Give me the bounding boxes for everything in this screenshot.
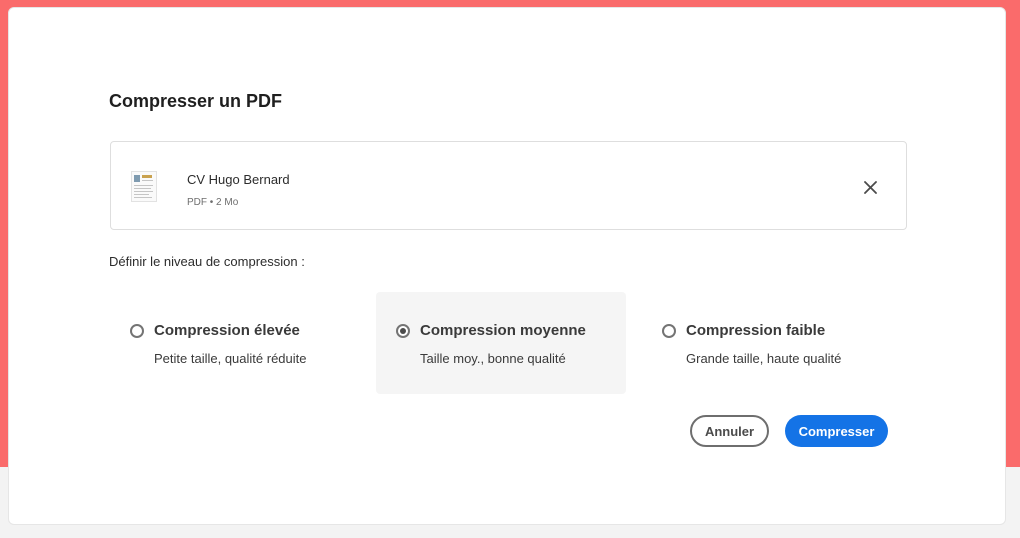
option-low-compression[interactable]: Compression faible Grande taille, haute …	[642, 292, 892, 394]
option-medium-compression[interactable]: Compression moyenne Taille moy., bonne q…	[376, 292, 626, 394]
remove-file-button[interactable]	[859, 176, 881, 198]
file-card: CV Hugo Bernard PDF • 2 Mo	[110, 141, 907, 230]
pdf-thumbnail-icon	[131, 171, 157, 202]
compress-pdf-dialog: Compresser un PDF CV Hugo Bernard PDF • …	[8, 7, 1006, 525]
radio-medium-compression[interactable]	[396, 324, 410, 338]
file-meta: PDF • 2 Mo	[187, 197, 239, 208]
cancel-button[interactable]: Annuler	[690, 415, 769, 447]
option-high-compression[interactable]: Compression élevée Petite taille, qualit…	[110, 292, 360, 394]
file-name: CV Hugo Bernard	[187, 172, 290, 187]
compress-button[interactable]: Compresser	[785, 415, 888, 447]
dialog-title: Compresser un PDF	[109, 91, 283, 111]
radio-low-compression[interactable]	[662, 324, 676, 338]
option-description: Grande taille, haute qualité	[686, 351, 842, 366]
radio-high-compression[interactable]	[130, 324, 144, 338]
close-icon	[863, 180, 877, 194]
compression-level-label: Définir le niveau de compression :	[109, 254, 305, 269]
option-description: Petite taille, qualité réduite	[154, 351, 307, 366]
option-title: Compression élevée	[154, 322, 300, 339]
option-title: Compression moyenne	[420, 322, 586, 339]
option-description: Taille moy., bonne qualité	[420, 351, 566, 366]
option-title: Compression faible	[686, 322, 826, 339]
